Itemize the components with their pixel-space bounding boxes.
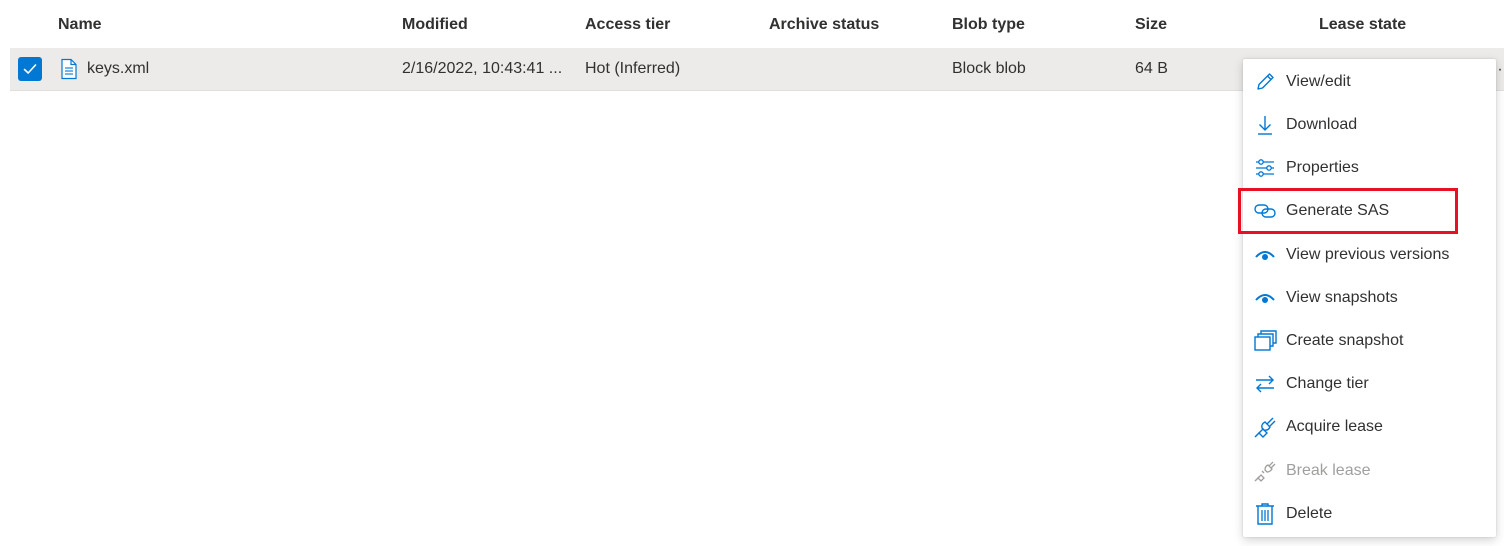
column-header-access-tier[interactable]: Access tier bbox=[585, 14, 670, 36]
blob-list-page: Name Modified Access tier Archive status… bbox=[0, 0, 1504, 546]
pencil-icon bbox=[1253, 70, 1277, 94]
menu-item-label: Create snapshot bbox=[1286, 331, 1404, 349]
context-menu: View/edit Download Properties Generate S… bbox=[1243, 59, 1496, 537]
menu-item-delete[interactable]: Delete bbox=[1243, 492, 1496, 535]
highlight-box bbox=[1238, 188, 1458, 234]
snapshot-icon bbox=[1253, 329, 1277, 353]
blob-size: 64 B bbox=[1135, 60, 1168, 77]
column-header-lease-state[interactable]: Lease state bbox=[1319, 14, 1406, 36]
sliders-icon bbox=[1253, 156, 1277, 180]
menu-item-label: Break lease bbox=[1286, 461, 1371, 479]
menu-item-label: View previous versions bbox=[1286, 245, 1450, 263]
column-header-size[interactable]: Size bbox=[1135, 14, 1167, 36]
download-icon bbox=[1253, 113, 1277, 137]
column-header-archive-status[interactable]: Archive status bbox=[769, 14, 879, 36]
blob-type: Block blob bbox=[952, 60, 1026, 77]
menu-item-properties[interactable]: Properties bbox=[1243, 146, 1496, 189]
row-checkbox[interactable] bbox=[18, 57, 42, 81]
menu-item-label: View snapshots bbox=[1286, 288, 1398, 306]
table-header: Name Modified Access tier Archive status… bbox=[0, 0, 1504, 48]
column-header-modified[interactable]: Modified bbox=[402, 14, 468, 36]
menu-item-change-tier[interactable]: Change tier bbox=[1243, 362, 1496, 405]
file-icon bbox=[61, 58, 77, 80]
trash-icon bbox=[1253, 502, 1277, 526]
eye-icon bbox=[1253, 286, 1277, 310]
blob-name[interactable]: keys.xml bbox=[87, 58, 149, 80]
plug-icon bbox=[1253, 415, 1277, 439]
menu-item-label: Change tier bbox=[1286, 374, 1369, 392]
plug-broken-icon bbox=[1253, 459, 1277, 483]
menu-item-view-snapshots[interactable]: View snapshots bbox=[1243, 276, 1496, 319]
more-actions-icon[interactable]: · bbox=[1496, 60, 1504, 80]
column-header-blob-type[interactable]: Blob type bbox=[952, 14, 1025, 36]
menu-item-break-lease: Break lease bbox=[1243, 449, 1496, 492]
blob-modified: 2/16/2022, 10:43:41 ... bbox=[402, 60, 563, 77]
blob-access-tier: Hot (Inferred) bbox=[585, 60, 681, 77]
column-header-name[interactable]: Name bbox=[58, 14, 102, 36]
menu-item-label: Properties bbox=[1286, 158, 1359, 176]
menu-item-create-snapshot[interactable]: Create snapshot bbox=[1243, 319, 1496, 362]
menu-item-label: Delete bbox=[1286, 504, 1333, 522]
checkmark-icon bbox=[23, 64, 37, 74]
menu-item-view-previous-versions[interactable]: View previous versions bbox=[1243, 233, 1496, 276]
menu-item-label: View/edit bbox=[1286, 72, 1351, 90]
eye-icon bbox=[1253, 243, 1277, 267]
menu-item-download[interactable]: Download bbox=[1243, 103, 1496, 146]
menu-item-view-edit[interactable]: View/edit bbox=[1243, 60, 1496, 103]
swap-icon bbox=[1253, 372, 1277, 396]
menu-item-acquire-lease[interactable]: Acquire lease bbox=[1243, 405, 1496, 448]
menu-item-label: Acquire lease bbox=[1286, 417, 1383, 435]
menu-item-label: Download bbox=[1286, 115, 1358, 133]
